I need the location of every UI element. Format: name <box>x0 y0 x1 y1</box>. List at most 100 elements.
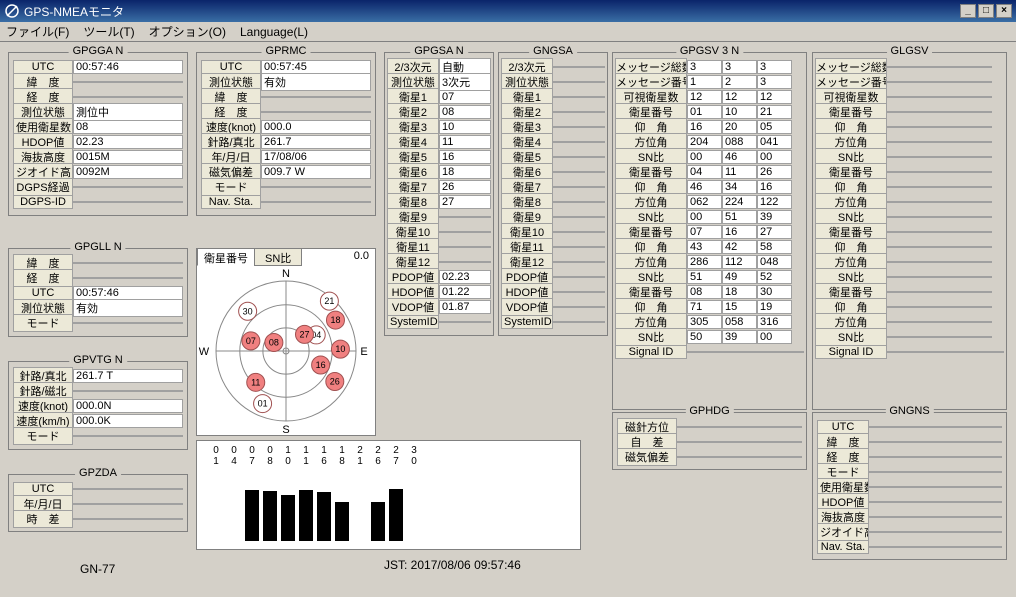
field-value: 261.7 T <box>73 369 183 383</box>
field-value: 01 <box>687 105 722 119</box>
field-value <box>922 291 957 293</box>
field-value: 0015M <box>73 150 183 164</box>
field-value: 02.23 <box>73 135 183 149</box>
field-value <box>887 201 922 203</box>
field-value: 07 <box>687 225 722 239</box>
menu-language[interactable]: Language(L) <box>240 25 308 39</box>
svg-text:1: 1 <box>357 456 363 467</box>
app-icon <box>4 3 20 19</box>
field-label: 経 度 <box>13 269 73 287</box>
field-value <box>553 81 605 83</box>
field-value <box>887 126 922 128</box>
field-value <box>869 546 1002 548</box>
field-value: 05 <box>757 120 792 134</box>
field-value: 12 <box>687 90 722 104</box>
field-value: 有効 <box>261 73 371 91</box>
field-value <box>922 171 957 173</box>
field-value <box>922 126 957 128</box>
field-value: 39 <box>757 210 792 224</box>
svg-text:1: 1 <box>213 456 219 467</box>
close-button[interactable]: × <box>996 4 1012 18</box>
field-value <box>957 186 992 188</box>
field-value: 16 <box>439 150 491 164</box>
svg-text:30: 30 <box>243 306 253 316</box>
field-label: UTC <box>13 482 73 496</box>
field-label: DGPS経過 <box>13 178 73 196</box>
field-value <box>261 111 371 113</box>
field-value: 49 <box>722 270 757 284</box>
field-value: 11 <box>439 135 491 149</box>
field-value <box>553 111 605 113</box>
field-value <box>73 262 183 264</box>
field-value: 10 <box>439 120 491 134</box>
field-value: 46 <box>722 150 757 164</box>
field-value: 58 <box>757 240 792 254</box>
panel-gpvtg-legend: GPVTG N <box>69 354 127 366</box>
field-value <box>922 276 957 278</box>
tab-satid[interactable]: 衛星番号 <box>197 248 255 266</box>
field-value <box>957 141 992 143</box>
field-value <box>887 186 922 188</box>
field-value <box>73 503 183 505</box>
field-value: 02.23 <box>439 270 491 284</box>
svg-text:0: 0 <box>411 456 417 467</box>
field-value <box>922 111 957 113</box>
field-value <box>887 171 922 173</box>
field-value <box>553 321 605 323</box>
panel-gpgll: GPGLL N 緯 度経 度UTC00:57:46測位状態有効モード <box>8 248 188 337</box>
field-value <box>887 276 922 278</box>
field-value: 048 <box>757 255 792 269</box>
menu-file[interactable]: ファイル(F) <box>6 23 69 40</box>
svg-text:8: 8 <box>267 456 273 467</box>
field-value <box>869 456 1002 458</box>
field-value: 50 <box>687 330 722 344</box>
field-value <box>957 276 992 278</box>
svg-text:01: 01 <box>258 399 268 409</box>
svg-text:2: 2 <box>393 445 399 456</box>
menubar: ファイル(F) ツール(T) オプション(O) Language(L) <box>0 22 1016 42</box>
field-value: 01.22 <box>439 285 491 299</box>
field-value <box>553 186 605 188</box>
tab-snr[interactable]: SN比 <box>254 248 302 266</box>
field-value <box>869 486 1002 488</box>
svg-text:0: 0 <box>213 445 219 456</box>
panel-gprmc-legend: GPRMC <box>262 45 311 57</box>
field-label: 磁気偏差 <box>617 448 677 466</box>
svg-text:0: 0 <box>285 456 291 467</box>
field-value <box>887 66 922 68</box>
menu-tool[interactable]: ツール(T) <box>83 23 134 40</box>
field-value: 51 <box>687 270 722 284</box>
field-value <box>887 291 922 293</box>
panel-gngsa-legend: GNGSA <box>529 45 577 57</box>
field-value: 51 <box>722 210 757 224</box>
minimize-button[interactable]: _ <box>960 4 976 18</box>
field-value <box>957 111 992 113</box>
field-value: 0092M <box>73 165 183 179</box>
field-label: ジオイド高 <box>817 523 869 541</box>
field-value: 00 <box>687 150 722 164</box>
field-value: 10 <box>722 105 757 119</box>
panel-gngns-legend: GNGNS <box>885 405 933 417</box>
field-label: Signal ID <box>815 345 887 359</box>
svg-text:26: 26 <box>330 376 340 386</box>
field-value: 01.87 <box>439 300 491 314</box>
field-value <box>73 96 183 98</box>
field-value: 316 <box>757 315 792 329</box>
field-value: 08 <box>687 285 722 299</box>
maximize-button[interactable]: □ <box>978 4 994 18</box>
field-value: 204 <box>687 135 722 149</box>
panel-gpzda-legend: GPZDA <box>75 467 121 479</box>
field-value: 18 <box>439 165 491 179</box>
panel-gpgga: GPGGA N UTC00:57:46緯 度経 度測位状態測位中使用衛星数08H… <box>8 52 188 216</box>
panel-gpgga-legend: GPGGA N <box>69 45 128 57</box>
field-value: 08 <box>439 105 491 119</box>
field-value: 08 <box>73 120 183 134</box>
field-label: Nav. Sta. <box>817 540 869 554</box>
field-value <box>957 231 992 233</box>
menu-option[interactable]: オプション(O) <box>149 23 226 40</box>
field-value <box>439 246 491 248</box>
field-value <box>957 216 992 218</box>
field-value <box>553 96 605 98</box>
window-title: GPS-NMEAモニタ <box>24 3 124 20</box>
field-value <box>73 277 183 279</box>
